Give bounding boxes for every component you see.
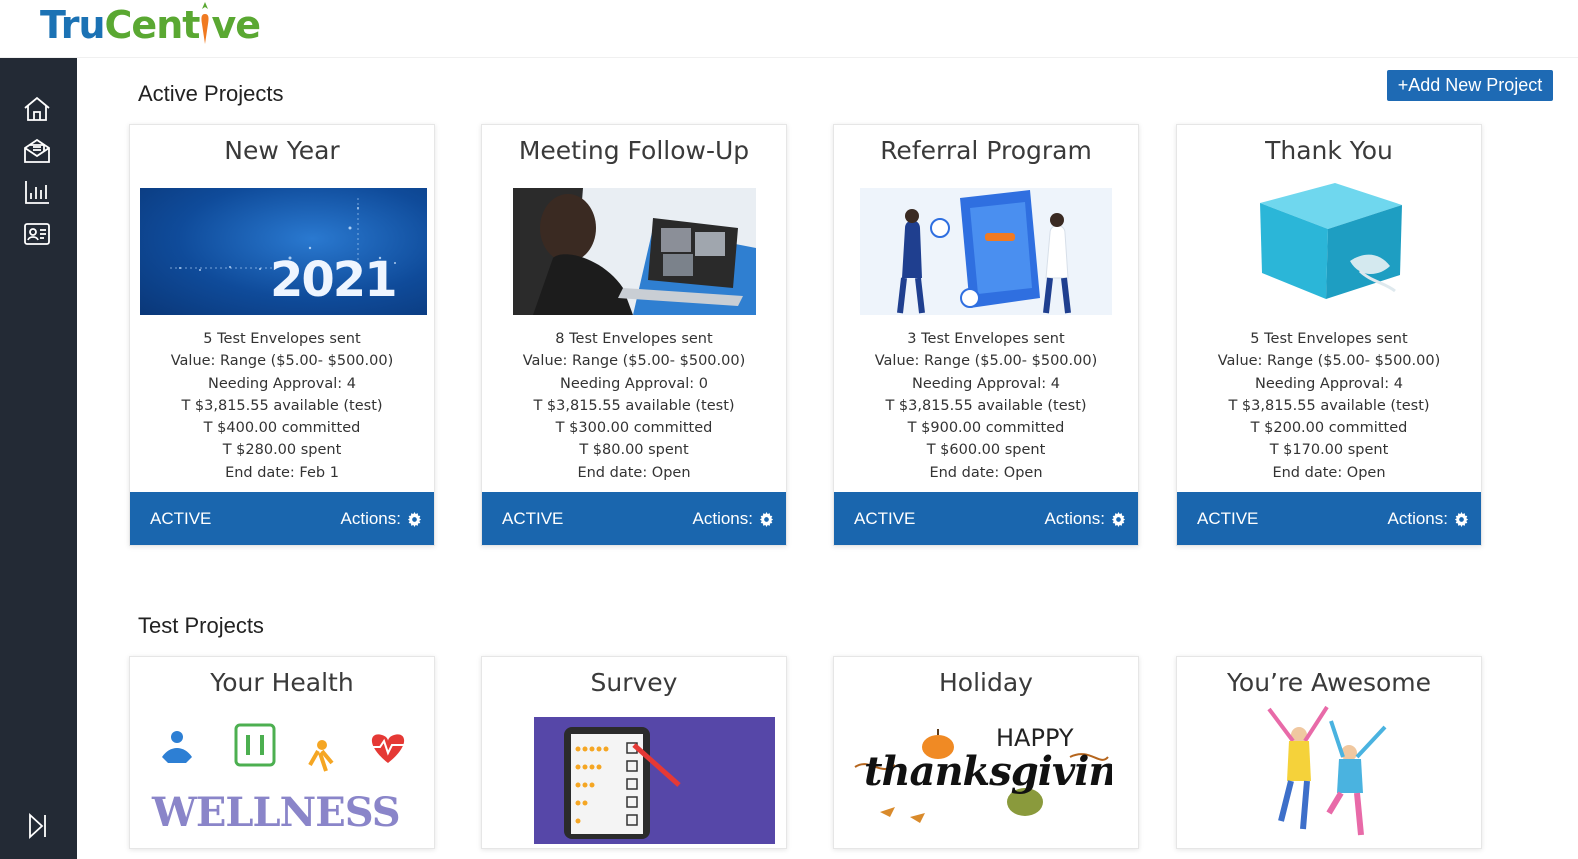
stat-spent: T $600.00 spent xyxy=(926,442,1046,459)
sidebar xyxy=(0,58,77,859)
stat-available: T $3,815.55 available (test) xyxy=(533,397,735,414)
carrot-icon xyxy=(200,2,210,44)
survey-image xyxy=(534,717,775,844)
sidebar-collapse-icon[interactable] xyxy=(20,809,54,843)
card-footer: ACTIVE Actions: xyxy=(482,492,786,545)
stat-spent: T $170.00 spent xyxy=(1269,442,1389,459)
gear-icon xyxy=(1454,511,1469,527)
card-stats: 8 Test Envelopes sent Value: Range ($5.0… xyxy=(482,328,786,484)
image-text-thanksgiving: thanksgiving xyxy=(864,748,1112,795)
meeting-image xyxy=(513,188,756,315)
gear-icon xyxy=(759,511,774,527)
stat-value-range: Value: Range ($5.00- $500.00) xyxy=(1217,353,1441,370)
card-stats: 5 Test Envelopes sent Value: Range ($5.0… xyxy=(1177,328,1481,484)
stat-committed: T $400.00 committed xyxy=(203,420,361,437)
actions-label: Actions: xyxy=(1387,509,1448,528)
project-card-meeting-follow-up[interactable]: Meeting Follow-Up 8 Test Envelopes sent … xyxy=(481,124,787,546)
home-icon[interactable] xyxy=(20,92,54,126)
gift-box-image xyxy=(1240,181,1406,305)
stat-needing-approval: Needing Approval: 4 xyxy=(1255,375,1403,392)
card-title: New Year xyxy=(224,136,340,165)
stat-available: T $3,815.55 available (test) xyxy=(181,397,383,414)
actions-menu[interactable]: Actions: xyxy=(1388,509,1469,529)
stat-committed: T $200.00 committed xyxy=(1250,420,1408,437)
card-footer: ACTIVE Actions: xyxy=(1177,492,1481,545)
stat-spent: T $280.00 spent xyxy=(222,442,342,459)
card-stats: 3 Test Envelopes sent Value: Range ($5.0… xyxy=(834,328,1138,484)
stat-value-range: Value: Range ($5.00- $500.00) xyxy=(522,353,746,370)
project-card-new-year[interactable]: New Year 2021 5 Test Envelopes sent Valu… xyxy=(129,124,435,546)
image-text-2021: 2021 xyxy=(270,252,398,308)
actions-menu[interactable]: Actions: xyxy=(1045,509,1126,529)
stat-value-range: Value: Range ($5.00- $500.00) xyxy=(170,353,394,370)
gear-icon xyxy=(1111,511,1126,527)
project-card-survey[interactable]: Survey xyxy=(481,656,787,849)
stat-needing-approval: Needing Approval: 4 xyxy=(912,375,1060,392)
stat-spent: T $80.00 spent xyxy=(579,442,689,459)
stat-available: T $3,815.55 available (test) xyxy=(1228,397,1430,414)
referral-image xyxy=(860,188,1112,315)
logo-text-tru: Tru xyxy=(40,3,106,47)
stat-available: T $3,815.55 available (test) xyxy=(885,397,1087,414)
contact-card-icon[interactable] xyxy=(20,217,54,251)
card-title: Survey xyxy=(590,668,678,697)
image-text-wellness: WELLNESS xyxy=(152,789,401,836)
card-title: Meeting Follow-Up xyxy=(518,136,750,165)
actions-label: Actions: xyxy=(1044,509,1105,528)
actions-label: Actions: xyxy=(340,509,401,528)
chart-icon[interactable] xyxy=(20,175,54,209)
actions-menu[interactable]: Actions: xyxy=(693,509,774,529)
project-card-youre-awesome[interactable]: You’re Awesome xyxy=(1176,656,1482,849)
logo-text-cent: Cent xyxy=(104,3,201,47)
trucentive-logo[interactable]: TruCent ve xyxy=(40,2,261,48)
stat-committed: T $900.00 committed xyxy=(907,420,1065,437)
stat-needing-approval: Needing Approval: 0 xyxy=(560,375,708,392)
card-title: You’re Awesome xyxy=(1226,668,1432,697)
status-label: ACTIVE xyxy=(1197,509,1259,528)
card-title: Your Health xyxy=(210,668,354,697)
wellness-image: WELLNESS xyxy=(150,723,415,841)
awesome-image xyxy=(1257,701,1397,841)
project-card-your-health[interactable]: Your Health WELLNESS xyxy=(129,656,435,849)
new-year-image: 2021 xyxy=(140,188,427,315)
project-card-thank-you[interactable]: Thank You 5 Test Envelopes sent Value: R… xyxy=(1176,124,1482,546)
card-footer: ACTIVE Actions: xyxy=(834,492,1138,545)
card-title: Referral Program xyxy=(880,136,1092,165)
stat-envelopes-sent: 8 Test Envelopes sent xyxy=(555,331,713,347)
stat-end-date: End date: Open xyxy=(577,464,691,481)
stat-value-range: Value: Range ($5.00- $500.00) xyxy=(874,353,1098,370)
gear-icon xyxy=(407,511,422,527)
card-stats: 5 Test Envelopes sent Value: Range ($5.0… xyxy=(130,328,434,484)
status-label: ACTIVE xyxy=(854,509,916,528)
stat-envelopes-sent: 5 Test Envelopes sent xyxy=(203,331,361,347)
card-title: Holiday xyxy=(939,668,1033,697)
actions-menu[interactable]: Actions: xyxy=(341,509,422,529)
add-new-project-button[interactable]: +Add New Project xyxy=(1387,70,1553,101)
envelope-icon[interactable] xyxy=(20,134,54,168)
card-title: Thank You xyxy=(1265,136,1393,165)
stat-needing-approval: Needing Approval: 4 xyxy=(208,375,356,392)
project-card-referral-program[interactable]: Referral Program 3 Test Envelopes sent V… xyxy=(833,124,1139,546)
section-title-test-projects: Test Projects xyxy=(138,613,264,638)
section-title-active-projects: Active Projects xyxy=(138,81,284,106)
status-label: ACTIVE xyxy=(150,509,212,528)
stat-envelopes-sent: 5 Test Envelopes sent xyxy=(1250,331,1408,347)
card-footer: ACTIVE Actions: xyxy=(130,492,434,545)
project-card-holiday[interactable]: Holiday HAPPY thanksgiving xyxy=(833,656,1139,849)
stat-committed: T $300.00 committed xyxy=(555,420,713,437)
stat-end-date: End date: Open xyxy=(1272,464,1386,481)
stat-envelopes-sent: 3 Test Envelopes sent xyxy=(907,331,1065,347)
stat-end-date: End date: Open xyxy=(929,464,1043,481)
status-label: ACTIVE xyxy=(502,509,564,528)
logo-text-ve: ve xyxy=(211,3,261,47)
thanksgiving-image: HAPPY thanksgiving xyxy=(850,717,1112,835)
top-bar: TruCent ve xyxy=(0,0,1578,58)
stat-end-date: End date: Feb 1 xyxy=(225,464,339,481)
actions-label: Actions: xyxy=(692,509,753,528)
